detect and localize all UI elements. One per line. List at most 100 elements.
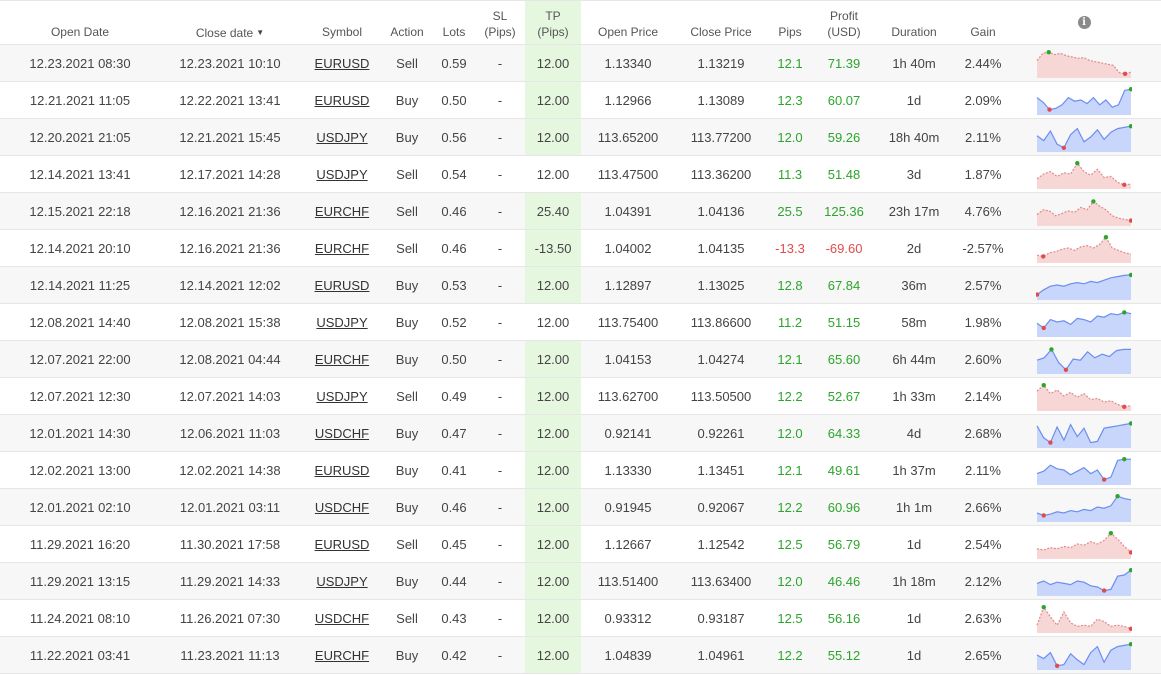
table-row[interactable]: 12.07.2021 22:00 12.08.2021 04:44 EURCHF Bu…: [0, 341, 1161, 378]
symbol-link[interactable]: USDCHF: [315, 426, 369, 441]
table-row[interactable]: 12.14.2021 20:10 12.16.2021 21:36 EURCHF Se…: [0, 230, 1161, 267]
duration-cell: 3d: [906, 166, 922, 182]
table-row[interactable]: 11.29.2021 16:20 11.30.2021 17:58 EURUSD Se…: [0, 526, 1161, 563]
sparkline-cell[interactable]: [1036, 600, 1132, 636]
symbol-link[interactable]: EURCHF: [315, 204, 369, 219]
sparkline-cell[interactable]: [1036, 82, 1132, 118]
tp-cell: 12.00: [525, 119, 581, 155]
symbol-link[interactable]: EURUSD: [315, 93, 370, 108]
symbol-link[interactable]: USDJPY: [316, 574, 367, 589]
symbol-link[interactable]: USDCHF: [315, 500, 369, 515]
sparkline-cell[interactable]: [1036, 156, 1132, 192]
profit-cell: 125.36: [824, 203, 864, 219]
col-header-close-price[interactable]: Close Price: [678, 1, 764, 44]
tp-cell: 12.00: [525, 415, 581, 451]
profit-cell: 71.39: [827, 55, 861, 71]
table-row[interactable]: 12.15.2021 22:18 12.16.2021 21:36 EURCHF Se…: [0, 193, 1161, 230]
sparkline-cell[interactable]: [1036, 452, 1132, 488]
sparkline-cell[interactable]: [1036, 637, 1132, 673]
action-cell: Sell: [396, 55, 418, 71]
sparkline-cell[interactable]: [1036, 119, 1132, 155]
col-header-pips-label: Pips: [778, 25, 802, 39]
symbol-cell: EURCHF: [308, 193, 376, 229]
close-price-cell: 113.63400: [690, 573, 752, 589]
table-row[interactable]: 12.08.2021 14:40 12.08.2021 15:38 USDJPY Bu…: [0, 304, 1161, 341]
symbol-cell: USDJPY: [308, 156, 376, 192]
symbol-link[interactable]: USDJPY: [316, 167, 367, 182]
symbol-link[interactable]: USDJPY: [316, 389, 367, 404]
sparkline-cell[interactable]: [1036, 526, 1132, 562]
open-price-cell: 0.93312: [604, 610, 652, 626]
tp-cell: 12.00: [525, 526, 581, 562]
table-row[interactable]: 12.14.2021 11:25 12.14.2021 12:02 EURUSD Bu…: [0, 267, 1161, 304]
sparkline-max-point: [1049, 347, 1054, 352]
table-row[interactable]: 12.14.2021 13:41 12.17.2021 14:28 USDJPY Se…: [0, 156, 1161, 193]
sparkline-cell[interactable]: [1036, 193, 1132, 229]
col-header-symbol[interactable]: Symbol: [308, 1, 376, 44]
duration-cell: 36m: [901, 277, 927, 293]
sparkline-cell[interactable]: [1036, 230, 1132, 266]
symbol-link[interactable]: USDJPY: [316, 130, 367, 145]
col-header-gain[interactable]: Gain: [955, 1, 1011, 44]
pips-cell: 11.3: [777, 166, 803, 182]
sl-cell: -: [497, 499, 503, 515]
symbol-link[interactable]: EURUSD: [315, 278, 370, 293]
open-price-cell: 113.51400: [597, 573, 659, 589]
col-header-tp[interactable]: TP (Pips): [525, 1, 581, 44]
tp-cell: 12.00: [525, 600, 581, 636]
col-header-close-date[interactable]: Close date ▼: [160, 1, 300, 44]
lots-cell: 0.42: [441, 647, 467, 663]
sparkline-cell[interactable]: [1036, 489, 1132, 525]
table-row[interactable]: 12.23.2021 08:30 12.23.2021 10:10 EURUSD Se…: [0, 45, 1161, 82]
table-row[interactable]: 12.01.2021 14:30 12.06.2021 11:03 USDCHF Bu…: [0, 415, 1161, 452]
sparkline-cell[interactable]: [1036, 341, 1132, 377]
sparkline-cell[interactable]: [1036, 304, 1132, 340]
gain-cell: 2.11%: [965, 462, 1001, 478]
table-row[interactable]: 11.29.2021 13:15 11.29.2021 14:33 USDJPY Bu…: [0, 563, 1161, 600]
gain-cell: -2.57%: [962, 240, 1004, 256]
action-cell: Sell: [396, 610, 418, 626]
col-header-profit-line2: (USD): [827, 25, 861, 39]
col-header-lots[interactable]: Lots: [432, 1, 476, 44]
symbol-link[interactable]: EURCHF: [315, 352, 369, 367]
sparkline-area: [1037, 570, 1131, 596]
sparkline-chart: [1036, 161, 1132, 189]
symbol-link[interactable]: EURCHF: [315, 241, 369, 256]
col-header-profit[interactable]: Profit (USD): [814, 1, 874, 44]
sparkline-cell[interactable]: [1036, 378, 1132, 414]
col-header-sl[interactable]: SL (Pips): [478, 1, 522, 44]
symbol-cell: USDCHF: [308, 600, 376, 636]
sparkline-cell[interactable]: [1036, 415, 1132, 451]
sl-cell: -: [497, 425, 503, 441]
sparkline-cell[interactable]: [1036, 45, 1132, 81]
sparkline-min-point: [1041, 513, 1046, 518]
table-row[interactable]: 12.01.2021 02:10 12.01.2021 03:11 USDCHF Bu…: [0, 489, 1161, 526]
symbol-link[interactable]: EURCHF: [315, 648, 369, 663]
col-header-open-price[interactable]: Open Price: [586, 1, 670, 44]
col-header-duration[interactable]: Duration: [880, 1, 948, 44]
col-header-pips[interactable]: Pips: [770, 1, 810, 44]
action-cell: Sell: [396, 166, 418, 182]
gain-cell: 2.57%: [964, 277, 1002, 293]
symbol-link[interactable]: EURUSD: [315, 463, 370, 478]
symbol-link[interactable]: EURUSD: [315, 56, 370, 71]
info-icon[interactable]: i: [1077, 16, 1091, 29]
symbol-link[interactable]: USDCHF: [315, 611, 369, 626]
table-row[interactable]: 12.02.2021 13:00 12.02.2021 14:38 EURUSD Bu…: [0, 452, 1161, 489]
sparkline-cell[interactable]: [1036, 563, 1132, 599]
duration-cell: 1d: [906, 647, 922, 663]
table-row[interactable]: 11.22.2021 03:41 11.23.2021 11:13 EURCHF Bu…: [0, 637, 1161, 674]
symbol-link[interactable]: USDJPY: [316, 315, 367, 330]
table-row[interactable]: 12.20.2021 21:05 12.21.2021 15:45 USDJPY Bu…: [0, 119, 1161, 156]
symbol-cell: EURCHF: [308, 341, 376, 377]
col-header-open-date[interactable]: Open Date: [10, 1, 150, 44]
lots-cell: 0.45: [441, 536, 467, 552]
profit-cell: 60.07: [827, 92, 861, 108]
table-row[interactable]: 12.07.2021 12:30 12.07.2021 14:03 USDJPY Se…: [0, 378, 1161, 415]
col-header-action[interactable]: Action: [383, 1, 431, 44]
table-row[interactable]: 11.24.2021 08:10 11.26.2021 07:30 USDCHF Se…: [0, 600, 1161, 637]
gain-cell: 2.11%: [965, 129, 1001, 145]
sparkline-cell[interactable]: [1036, 267, 1132, 303]
symbol-link[interactable]: EURUSD: [315, 537, 370, 552]
table-row[interactable]: 12.21.2021 11:05 12.22.2021 13:41 EURUSD Bu…: [0, 82, 1161, 119]
